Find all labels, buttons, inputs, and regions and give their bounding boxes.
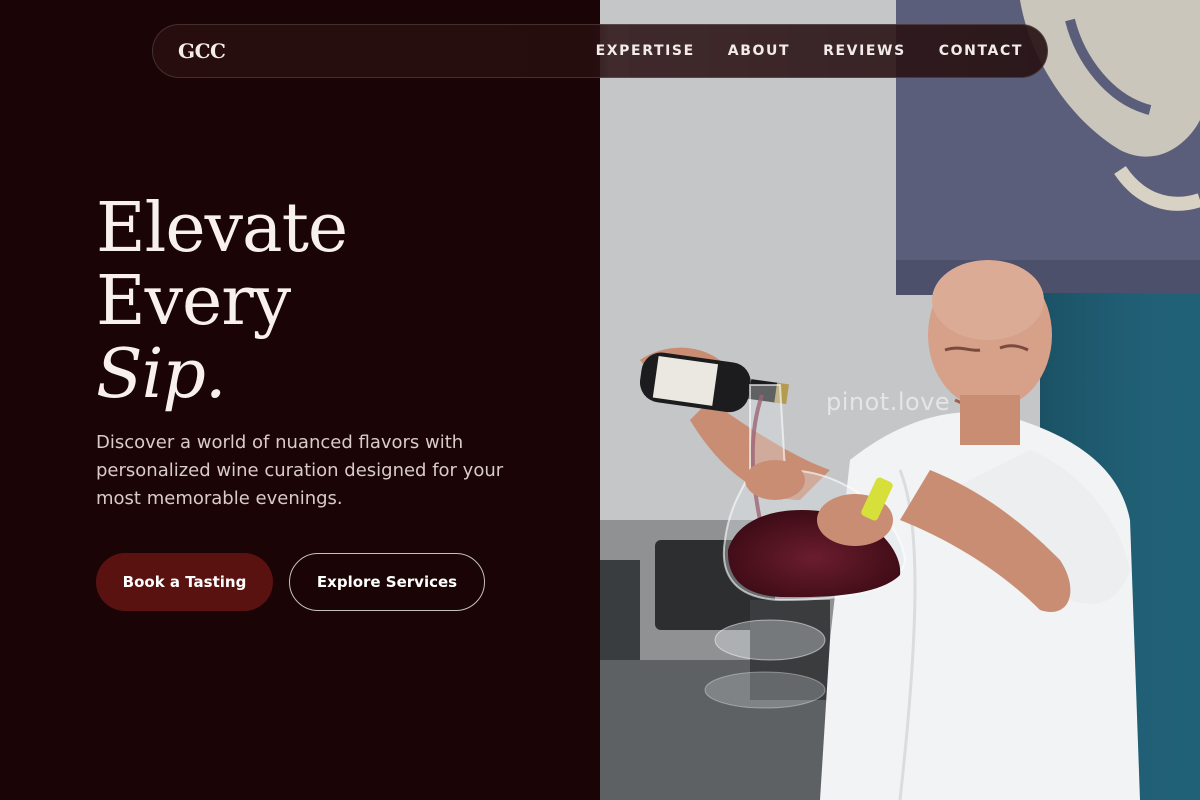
hero-title-line-3: Sip. [96, 335, 226, 414]
brand-logo[interactable]: GCC [178, 39, 226, 63]
explore-services-button[interactable]: Explore Services [289, 553, 485, 611]
photo-watermark: pinot.love [826, 388, 951, 416]
nav-link-expertise[interactable]: EXPERTISE [596, 43, 695, 59]
hero-title-line-2: Every [96, 262, 291, 341]
landing-page: pinot.love GCC EXPERTISE ABOUT REVIEWS C… [0, 0, 1200, 800]
nav-link-contact[interactable]: CONTACT [939, 43, 1023, 59]
top-navbar: GCC EXPERTISE ABOUT REVIEWS CONTACT [152, 24, 1048, 78]
hero-subtitle: Discover a world of nuanced flavors with… [96, 432, 504, 509]
nav-link-reviews[interactable]: REVIEWS [823, 43, 906, 59]
hero-title-line-1: Elevate [96, 189, 348, 268]
book-tasting-button[interactable]: Book a Tasting [96, 553, 273, 611]
hero-photo: pinot.love [600, 0, 1200, 800]
nav-link-about[interactable]: ABOUT [728, 43, 790, 59]
hero-title: Elevate Every Sip. [96, 189, 348, 414]
nav-links: EXPERTISE ABOUT REVIEWS CONTACT [596, 43, 1023, 59]
